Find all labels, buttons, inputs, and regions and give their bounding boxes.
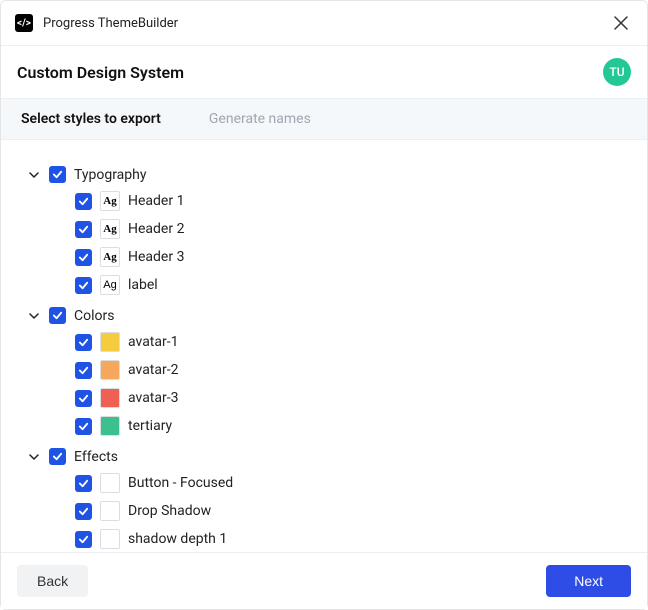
group-label: Colors xyxy=(74,308,114,324)
close-button[interactable] xyxy=(609,11,633,35)
item-header-1[interactable]: Ag Header 1 xyxy=(19,187,629,215)
app-icon: </> xyxy=(15,14,33,32)
item-tertiary[interactable]: tertiary xyxy=(19,412,629,440)
typography-swatch-icon: Ag xyxy=(100,191,120,211)
item-label: Header 2 xyxy=(128,221,184,237)
effect-swatch-icon xyxy=(100,473,120,493)
close-icon xyxy=(614,16,628,30)
effect-swatch-icon xyxy=(100,501,120,521)
item-label: shadow depth 1 xyxy=(128,531,227,547)
checkbox[interactable] xyxy=(75,418,92,435)
checkbox[interactable] xyxy=(75,390,92,407)
tab-generate-names[interactable]: Generate names xyxy=(209,111,311,127)
item-label: Button - Focused xyxy=(128,475,233,491)
color-swatch-icon xyxy=(100,416,120,436)
item-drop-shadow[interactable]: Drop Shadow xyxy=(19,497,629,525)
color-swatch-icon xyxy=(100,388,120,408)
chevron-down-icon xyxy=(27,168,41,182)
group-colors[interactable]: Colors xyxy=(19,303,629,328)
tab-select-styles[interactable]: Select styles to export xyxy=(21,111,161,127)
item-avatar-1[interactable]: avatar-1 xyxy=(19,328,629,356)
typography-swatch-icon: Ag xyxy=(100,247,120,267)
styles-tree: Typography Ag Header 1 Ag Header 2 Ag He… xyxy=(1,140,647,552)
checkbox-colors[interactable] xyxy=(49,307,66,324)
checkbox[interactable] xyxy=(75,475,92,492)
item-label-typography[interactable]: Ag label xyxy=(19,271,629,299)
design-system-title: Custom Design System xyxy=(17,63,603,82)
chevron-down-icon xyxy=(27,450,41,464)
effect-swatch-icon xyxy=(100,529,120,549)
titlebar: </> Progress ThemeBuilder xyxy=(1,1,647,46)
item-avatar-3[interactable]: avatar-3 xyxy=(19,384,629,412)
item-label: Header 1 xyxy=(128,193,184,209)
item-label: tertiary xyxy=(128,418,172,434)
checkbox[interactable] xyxy=(75,503,92,520)
item-label: avatar-3 xyxy=(128,390,178,406)
group-effects[interactable]: Effects xyxy=(19,444,629,469)
chevron-down-icon xyxy=(27,309,41,323)
color-swatch-icon xyxy=(100,360,120,380)
back-button[interactable]: Back xyxy=(17,565,88,597)
group-label: Typography xyxy=(74,167,146,183)
typography-swatch-icon: Ag xyxy=(100,219,120,239)
item-label: avatar-1 xyxy=(128,334,178,350)
checkbox-effects[interactable] xyxy=(49,448,66,465)
tabs: Select styles to export Generate names xyxy=(1,99,647,140)
app-title: Progress ThemeBuilder xyxy=(43,16,599,31)
item-label: label xyxy=(128,277,158,293)
item-label: Header 3 xyxy=(128,249,184,265)
group-typography[interactable]: Typography xyxy=(19,162,629,187)
checkbox[interactable] xyxy=(75,531,92,548)
checkbox[interactable] xyxy=(75,249,92,266)
item-avatar-2[interactable]: avatar-2 xyxy=(19,356,629,384)
header: Custom Design System TU xyxy=(1,46,647,99)
checkbox[interactable] xyxy=(75,193,92,210)
checkbox[interactable] xyxy=(75,221,92,238)
item-shadow-depth-1[interactable]: shadow depth 1 xyxy=(19,525,629,552)
avatar[interactable]: TU xyxy=(603,58,631,86)
item-header-3[interactable]: Ag Header 3 xyxy=(19,243,629,271)
color-swatch-icon xyxy=(100,332,120,352)
checkbox-typography[interactable] xyxy=(49,166,66,183)
item-button-focused[interactable]: Button - Focused xyxy=(19,469,629,497)
next-button[interactable]: Next xyxy=(546,565,631,597)
checkbox[interactable] xyxy=(75,277,92,294)
item-label: Drop Shadow xyxy=(128,503,211,519)
footer: Back Next xyxy=(1,552,647,609)
item-label: avatar-2 xyxy=(128,362,178,378)
checkbox[interactable] xyxy=(75,362,92,379)
group-label: Effects xyxy=(74,449,118,465)
item-header-2[interactable]: Ag Header 2 xyxy=(19,215,629,243)
checkbox[interactable] xyxy=(75,334,92,351)
typography-swatch-icon: Ag xyxy=(100,275,120,295)
